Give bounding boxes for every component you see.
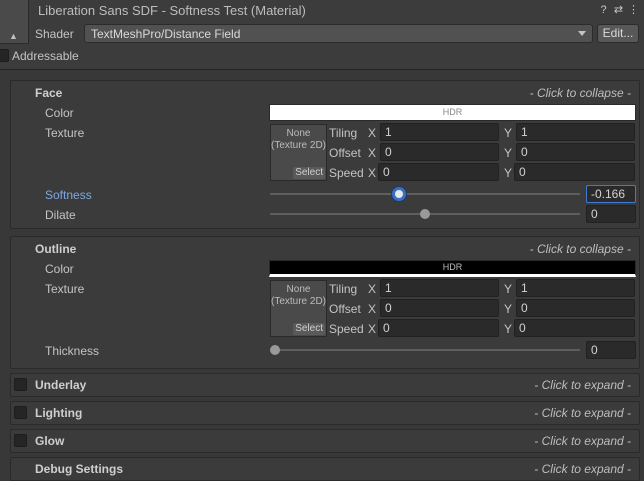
debug-settings-foldout-row[interactable]: Debug Settings - Click to expand - bbox=[0, 456, 644, 481]
face-collapse-note[interactable]: - Click to collapse - bbox=[530, 86, 631, 100]
face-tiling-label: Tiling bbox=[329, 126, 358, 140]
outline-thickness-slider-handle[interactable] bbox=[270, 345, 280, 355]
outline-texture-none-text: None (Texture 2D) bbox=[271, 284, 327, 307]
face-texture-label: Texture bbox=[45, 126, 85, 140]
face-hdr-label: HDR bbox=[442, 107, 463, 117]
face-texture-none-text: None (Texture 2D) bbox=[271, 128, 327, 151]
face-speed-y-field[interactable]: 0 bbox=[514, 163, 635, 181]
outline-thickness-label: Thickness bbox=[45, 344, 100, 358]
material-title: Liberation Sans SDF - Softness Test (Mat… bbox=[38, 3, 306, 18]
face-speed-label: Speed bbox=[329, 166, 364, 180]
outline-offset-y-label: Y bbox=[504, 302, 513, 316]
addressable-label: Addressable bbox=[12, 49, 79, 63]
outline-tiling-y-field[interactable]: 1 bbox=[516, 279, 635, 297]
outline-speed-x-field[interactable]: 0 bbox=[378, 319, 499, 337]
outline-section-title[interactable]: Outline bbox=[35, 242, 76, 256]
underlay-foldout-row[interactable]: Underlay - Click to expand - bbox=[0, 372, 644, 398]
face-tiling-y-field[interactable]: 1 bbox=[516, 123, 635, 141]
material-preview-thumbnail[interactable]: ▲ bbox=[0, 0, 29, 44]
shader-dropdown[interactable]: TextMeshPro/Distance Field bbox=[84, 24, 593, 43]
lighting-expand-note: - Click to expand - bbox=[534, 406, 631, 420]
face-offset-label: Offset bbox=[329, 146, 361, 160]
outline-tiling-label: Tiling bbox=[329, 282, 358, 296]
preset-icon[interactable]: ⇄ bbox=[612, 4, 625, 17]
outline-hdr-label: HDR bbox=[442, 262, 463, 272]
debug-settings-foldout-title: Debug Settings bbox=[35, 462, 124, 476]
debug-settings-expand-note: - Click to expand - bbox=[534, 462, 631, 476]
face-offset-x-field[interactable]: 0 bbox=[380, 143, 499, 161]
help-icon[interactable]: ? bbox=[597, 4, 610, 17]
outline-tiling-x-field[interactable]: 1 bbox=[380, 279, 499, 297]
chevron-down-icon bbox=[578, 31, 586, 36]
glow-expand-note: - Click to expand - bbox=[534, 434, 631, 448]
glow-foldout-title: Glow bbox=[35, 434, 65, 448]
face-speed-x-field[interactable]: 0 bbox=[378, 163, 499, 181]
outline-thickness-field[interactable]: 0 bbox=[586, 341, 636, 359]
lighting-toggle-checkbox[interactable] bbox=[14, 406, 27, 419]
outline-texture-slot[interactable]: None (Texture 2D) Select bbox=[270, 280, 327, 337]
face-section-title[interactable]: Face bbox=[35, 86, 62, 100]
face-offset-y-label: Y bbox=[504, 146, 513, 160]
material-header: ▲ Liberation Sans SDF - Softness Test (M… bbox=[0, 0, 644, 70]
face-tiling-x-field[interactable]: 1 bbox=[380, 123, 499, 141]
glow-toggle-checkbox[interactable] bbox=[14, 434, 27, 447]
outline-offset-y-field[interactable]: 0 bbox=[516, 299, 635, 317]
face-softness-slider-track[interactable] bbox=[270, 193, 580, 195]
lighting-foldout-row[interactable]: Lighting - Click to expand - bbox=[0, 400, 644, 426]
underlay-toggle-checkbox[interactable] bbox=[14, 378, 27, 391]
outline-tiling-x-label: X bbox=[368, 282, 377, 296]
outline-texture-label: Texture bbox=[45, 282, 85, 296]
outline-tiling-y-label: Y bbox=[504, 282, 513, 296]
face-tiling-y-label: Y bbox=[504, 126, 513, 140]
outline-texture-select-button[interactable]: Select bbox=[293, 323, 325, 335]
face-softness-label: Softness bbox=[45, 188, 92, 202]
outline-color-label: Color bbox=[45, 262, 74, 276]
face-speed-y-label: Y bbox=[504, 166, 513, 180]
outline-offset-label: Offset bbox=[329, 302, 361, 316]
outline-offset-x-label: X bbox=[368, 302, 377, 316]
face-tiling-x-label: X bbox=[368, 126, 377, 140]
outline-collapse-note[interactable]: - Click to collapse - bbox=[530, 242, 631, 256]
face-softness-field[interactable]: -0.166 bbox=[586, 185, 636, 203]
face-color-label: Color bbox=[45, 106, 74, 120]
shader-dropdown-value: TextMeshPro/Distance Field bbox=[91, 27, 241, 41]
outline-speed-y-label: Y bbox=[504, 322, 513, 336]
outline-offset-x-field[interactable]: 0 bbox=[380, 299, 499, 317]
shader-label: Shader bbox=[35, 27, 74, 41]
expand-arrow-icon: ▲ bbox=[9, 31, 18, 41]
menu-icon[interactable]: ⋮ bbox=[627, 4, 640, 17]
addressable-checkbox[interactable] bbox=[0, 49, 9, 62]
face-dilate-field[interactable]: 0 bbox=[586, 205, 636, 223]
outline-speed-label: Speed bbox=[329, 322, 364, 336]
lighting-foldout-title: Lighting bbox=[35, 406, 83, 420]
outline-speed-y-field[interactable]: 0 bbox=[514, 319, 635, 337]
face-offset-y-field[interactable]: 0 bbox=[516, 143, 635, 161]
underlay-foldout-title: Underlay bbox=[35, 378, 87, 392]
face-offset-x-label: X bbox=[368, 146, 377, 160]
underlay-expand-note: - Click to expand - bbox=[534, 378, 631, 392]
outline-speed-x-label: X bbox=[368, 322, 377, 336]
face-texture-slot[interactable]: None (Texture 2D) Select bbox=[270, 124, 327, 181]
face-speed-x-label: X bbox=[368, 166, 377, 180]
face-dilate-label: Dilate bbox=[45, 208, 76, 222]
face-dilate-slider-handle[interactable] bbox=[420, 209, 430, 219]
face-color-field[interactable]: HDR bbox=[269, 104, 636, 121]
edit-shader-button[interactable]: Edit... bbox=[597, 24, 639, 43]
outline-color-field[interactable]: HDR bbox=[269, 260, 636, 277]
glow-foldout-row[interactable]: Glow - Click to expand - bbox=[0, 428, 644, 454]
outline-thickness-slider-track[interactable] bbox=[270, 349, 580, 351]
face-texture-select-button[interactable]: Select bbox=[293, 167, 325, 179]
